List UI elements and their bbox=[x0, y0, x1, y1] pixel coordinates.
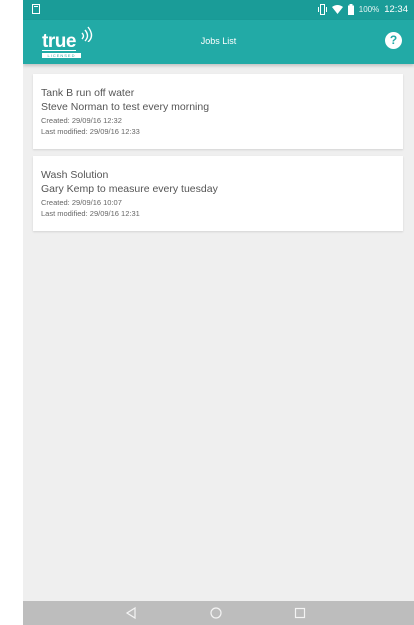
recent-apps-square-icon[interactable] bbox=[293, 606, 307, 620]
vibrate-icon bbox=[317, 4, 327, 15]
battery-percent: 100% bbox=[358, 5, 380, 14]
help-button[interactable]: ? bbox=[385, 32, 402, 49]
system-nav-bar bbox=[23, 601, 414, 625]
job-modified: Last modified: 29/09/16 12:33 bbox=[41, 127, 140, 136]
job-modified: Last modified: 29/09/16 12:31 bbox=[41, 209, 140, 218]
notification-icon bbox=[32, 4, 40, 14]
job-title: Tank B run off water bbox=[41, 87, 135, 99]
job-created: Created: 29/09/16 10:07 bbox=[41, 198, 122, 207]
status-icons: 100% 12:34 bbox=[317, 3, 408, 16]
jobs-list: Tank B run off water Steve Norman to tes… bbox=[33, 74, 403, 238]
app-bar: true LICENSED Jobs List ? bbox=[23, 20, 414, 64]
page-title: Jobs List bbox=[200, 36, 237, 46]
job-title: Wash Solution bbox=[41, 169, 109, 181]
job-created: Created: 29/09/16 12:32 bbox=[41, 116, 122, 125]
job-card[interactable]: Tank B run off water Steve Norman to tes… bbox=[33, 74, 403, 149]
wifi-icon bbox=[331, 5, 343, 14]
device-screen: 100% 12:34 true LICENSED Jobs List ? Tan… bbox=[23, 0, 414, 625]
back-triangle-icon[interactable] bbox=[124, 606, 138, 620]
home-circle-icon[interactable] bbox=[209, 606, 223, 620]
job-card[interactable]: Wash Solution Gary Kemp to measure every… bbox=[33, 156, 403, 231]
job-description: Gary Kemp to measure every tuesday bbox=[41, 183, 218, 195]
logo-tagline: LICENSED bbox=[42, 53, 81, 58]
status-bar: 100% 12:34 bbox=[23, 0, 414, 20]
clock: 12:34 bbox=[384, 4, 408, 15]
battery-icon bbox=[347, 4, 354, 15]
job-description: Steve Norman to test every morning bbox=[41, 101, 210, 113]
